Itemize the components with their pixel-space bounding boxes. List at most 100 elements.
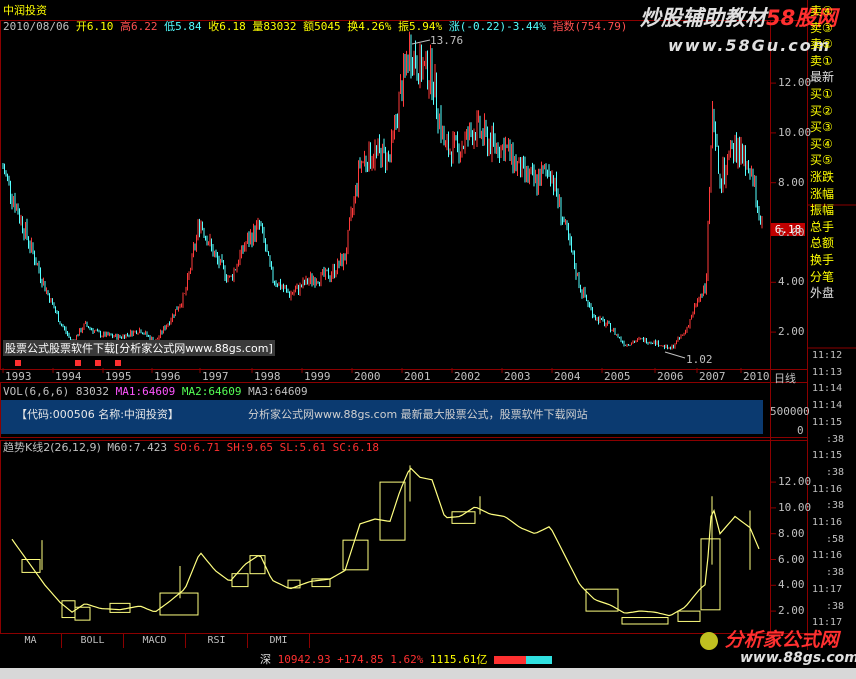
trend-box	[451, 511, 476, 524]
year-tick-label: 2006	[657, 370, 684, 383]
price-ytick-label: 8.00	[778, 175, 805, 189]
tick-time: 11:16	[812, 483, 843, 495]
period-label[interactable]: 日线	[774, 370, 796, 386]
orderbook-label: 总手	[810, 219, 835, 234]
trend-box	[621, 617, 669, 625]
tick-time: :38	[826, 500, 845, 512]
orderbook-label: 买②	[810, 103, 833, 118]
tab-dmi[interactable]: DMI	[248, 634, 310, 648]
indicator-name: 趋势K线2(26,12,9)	[3, 441, 101, 454]
year-tick-label: 1998	[254, 370, 281, 383]
status-up-down-bar	[493, 656, 552, 664]
trend-box	[379, 481, 406, 541]
status-index: 10942.93	[277, 653, 331, 666]
year-tick-label: 1996	[154, 370, 181, 383]
tick-time: 11:17	[812, 583, 843, 595]
orderbook-label: 卖②	[810, 37, 833, 52]
trend-line	[11, 467, 760, 617]
year-tick-label: 2004	[554, 370, 581, 383]
price-ytick-label: 4.00	[778, 275, 805, 289]
tick-time: 11:15	[812, 450, 843, 462]
status-market[interactable]: 深	[260, 653, 271, 666]
year-tick-label: 1995	[105, 370, 132, 383]
bottom-strip	[0, 668, 856, 679]
year-tick-label: 1997	[202, 370, 229, 383]
orderbook-label: 买⑤	[810, 153, 833, 168]
year-tick-label: 2002	[454, 370, 481, 383]
year-tick-label: 2003	[504, 370, 531, 383]
status-amount: 1115.61亿	[429, 653, 488, 666]
orderbook-label: 分笔	[810, 269, 835, 284]
orderbook-label: 换手	[810, 253, 835, 267]
vol-ma3: MA3:64609	[248, 385, 308, 398]
tick-time: :38	[826, 567, 845, 579]
vol-label: VOL(6,6,6)	[3, 385, 70, 398]
tick-time: :38	[826, 433, 845, 445]
tab-ma[interactable]: MA	[0, 634, 62, 648]
tick-time: :58	[826, 533, 845, 545]
vol-header: VOL(6,6,6) 83032 MA1:64609 MA2:64609 MA3…	[3, 385, 308, 398]
price-ytick-label: 2.00	[778, 325, 805, 339]
tick-time: 11:17	[812, 617, 843, 629]
orderbook-label: 买③	[810, 120, 833, 135]
year-tick-label: 1994	[55, 370, 82, 383]
orderbook-label: 卖③	[810, 20, 833, 35]
indicator-m60: M60:7.423	[107, 441, 168, 454]
tab-rsi[interactable]: RSI	[186, 634, 248, 648]
orderbook-label: 总额	[810, 236, 835, 251]
year-tick-label: 2010	[743, 370, 770, 383]
bottom-brand-text: 分析家公式网	[724, 629, 839, 651]
tick-time: 11:14	[812, 400, 843, 412]
orderbook-label: 卖④	[810, 4, 833, 18]
status-change: +174.85	[337, 653, 384, 666]
signal-marker	[15, 360, 21, 366]
trough-label: 1.02	[686, 353, 713, 366]
vol-ytick-0: 0	[797, 424, 804, 437]
trend-box	[700, 538, 721, 611]
trend-box	[585, 588, 619, 612]
ind-ytick-label: 4.00	[778, 578, 805, 592]
peak-label: 13.76	[430, 34, 464, 47]
tick-time: 11:14	[812, 383, 843, 395]
orderbook-label: 涨幅	[810, 186, 835, 201]
orderbook-label: 卖①	[810, 53, 833, 68]
ind-ytick-label: 6.00	[778, 552, 805, 566]
year-tick-label: 2005	[604, 370, 631, 383]
year-tick-label: 1993	[5, 370, 32, 383]
orderbook-label: 涨跌	[810, 170, 835, 184]
year-tick-label: 2001	[404, 370, 431, 383]
year-tick-label: 1999	[304, 370, 331, 383]
price-ytick-label: 10.00	[778, 125, 812, 139]
vol-ma2: MA2:64609	[181, 385, 242, 398]
ind-ytick-label: 2.00	[778, 604, 805, 618]
year-tick-label: 2007	[699, 370, 726, 383]
overlay-note: 股票公式股票软件下载[分析家公式网www.88gs.com]	[3, 340, 275, 356]
indicator-header: 趋势K线2(26,12,9) M60:7.423 SO:6.71 SH:9.65…	[3, 441, 379, 454]
tab-boll[interactable]: BOLL	[62, 634, 124, 648]
vol-value: 83032	[75, 385, 109, 398]
tick-time: 11:16	[812, 550, 843, 562]
ind-ytick-label: 12.00	[778, 475, 812, 489]
price-ytick-label: 12.00	[778, 76, 812, 90]
price-candles	[2, 31, 763, 350]
year-tick-label: 2000	[354, 370, 381, 383]
trend-box	[249, 555, 266, 575]
tab-macd[interactable]: MACD	[124, 634, 186, 648]
peak-leader	[411, 39, 431, 45]
tick-time: 11:12	[812, 350, 843, 361]
tick-time: :38	[826, 600, 845, 612]
tick-time: 11:13	[812, 366, 843, 378]
bottom-logo-icon	[700, 631, 718, 650]
status-bar: 深 10942.93 +174.85 1.62% 1115.61亿	[260, 652, 590, 668]
stock-chart-window: 中润投资 2010/08/06 开6.10 高6.22 低5.84 收6.18 …	[0, 0, 856, 679]
vol-banner-site: 分析家公式网www.88gs.com 最新最大股票公式，股票软件下载网站	[248, 408, 588, 421]
trend-box	[677, 610, 701, 622]
vol-ytick-1: 500000	[770, 405, 810, 418]
ind-ytick-label: 10.00	[778, 500, 812, 514]
orderbook-label: 最新	[810, 70, 835, 85]
price-ytick-label: 6.00	[778, 225, 805, 239]
indicator-values: SO:6.71 SH:9.65 SL:5.61 SC:6.18	[173, 441, 379, 454]
orderbook-label: 买①	[810, 87, 833, 101]
trend-box	[287, 579, 301, 589]
tick-time: :38	[826, 466, 845, 478]
